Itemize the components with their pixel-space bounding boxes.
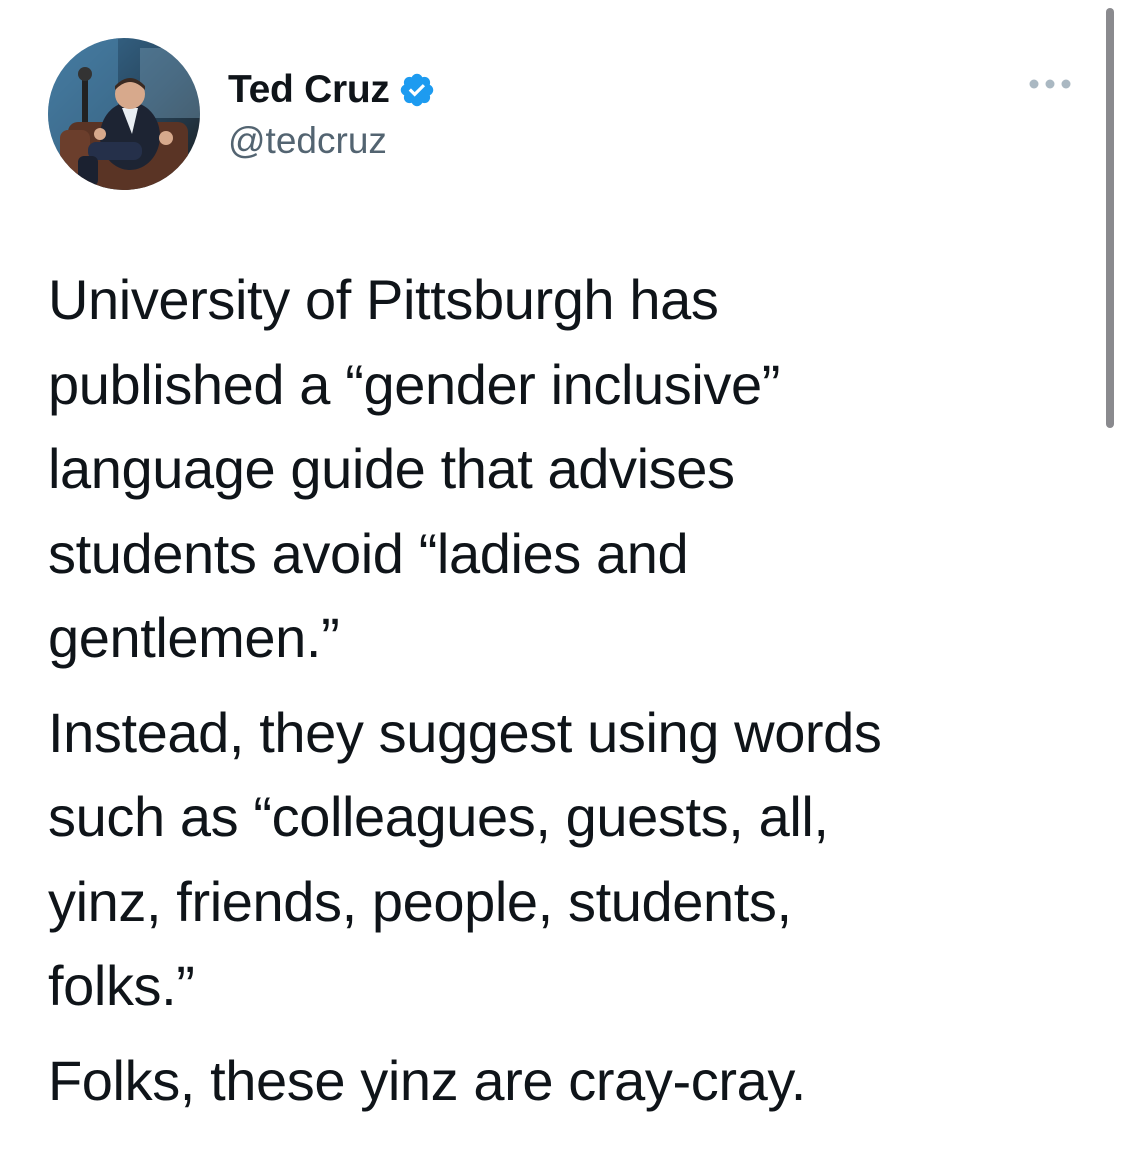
author-block[interactable]: Ted Cruz @tedcruz: [228, 66, 436, 162]
tweet-card: Ted Cruz @tedcruz University of Pittsbur…: [0, 0, 1125, 1167]
avatar[interactable]: [48, 38, 200, 190]
tweet-text: University of Pittsburgh has published a…: [48, 258, 1048, 1123]
verified-badge-icon: [398, 71, 436, 109]
tweet-paragraph: Folks, these yinz are cray-cray.: [48, 1048, 806, 1112]
ellipsis-icon: [1029, 79, 1071, 89]
display-name[interactable]: Ted Cruz: [228, 68, 390, 112]
name-row: Ted Cruz: [228, 66, 436, 114]
more-options-button[interactable]: [1028, 76, 1072, 92]
tweet-paragraph: University of Pittsburgh has published a…: [48, 268, 780, 669]
tweet-paragraph: Instead, they suggest using words such a…: [48, 700, 882, 1018]
scrollbar[interactable]: [1106, 8, 1114, 428]
author-handle[interactable]: @tedcruz: [228, 120, 436, 162]
profile-photo-icon: [48, 38, 200, 190]
tweet-header: Ted Cruz @tedcruz: [48, 38, 1088, 193]
